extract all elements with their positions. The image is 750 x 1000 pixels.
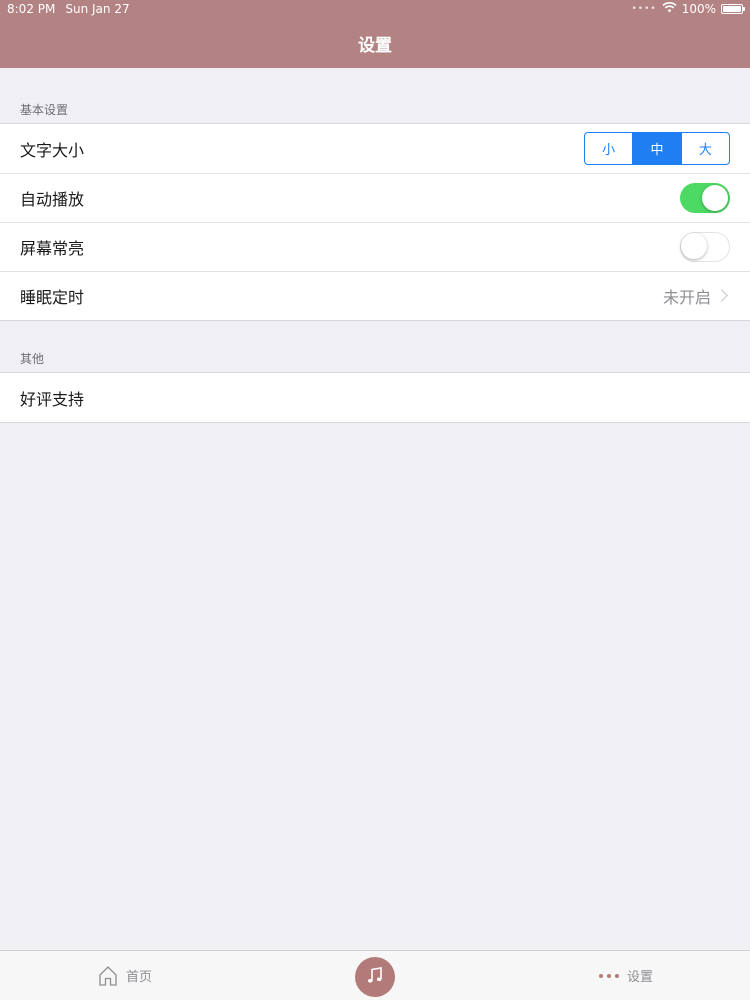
tab-bar: 首页 设置	[0, 950, 750, 1000]
section-header-other: 其他	[20, 352, 45, 366]
navigation-bar: 8:02 PM Sun Jan 27 •••• 100% 设置	[0, 0, 750, 68]
status-left: 8:02 PM Sun Jan 27	[7, 2, 130, 16]
more-dots-icon	[599, 973, 619, 978]
music-player-button[interactable]	[355, 957, 395, 997]
autoplay-row: 自动播放	[0, 173, 750, 222]
rate-app-row[interactable]: 好评支持	[0, 373, 750, 422]
settings-group-basic: 文字大小 小 中 大 自动播放 屏幕常亮 睡眠定时 未开启	[0, 123, 750, 321]
chevron-right-icon	[715, 289, 728, 302]
font-size-option-small[interactable]: 小	[585, 133, 632, 164]
battery-icon	[721, 4, 745, 14]
font-size-label: 文字大小	[20, 140, 85, 160]
font-size-option-medium[interactable]: 中	[632, 133, 681, 164]
battery-percent: 100%	[681, 2, 716, 16]
tab-settings-label: 设置	[627, 970, 654, 985]
home-icon	[98, 965, 118, 987]
rate-app-label: 好评支持	[20, 389, 85, 409]
signal-icon: ••••	[631, 4, 657, 14]
autoplay-label: 自动播放	[20, 189, 85, 209]
keep-screen-on-label: 屏幕常亮	[20, 238, 85, 258]
autoplay-toggle[interactable]	[680, 182, 730, 213]
font-size-segmented-control[interactable]: 小 中 大	[584, 132, 730, 165]
tab-settings[interactable]: 设置	[599, 951, 653, 1000]
section-header-basic: 基本设置	[20, 103, 69, 117]
tab-home-label: 首页	[126, 970, 153, 985]
keep-screen-on-toggle-knob	[681, 233, 707, 259]
keep-screen-on-toggle[interactable]	[680, 231, 730, 262]
autoplay-toggle-knob	[702, 184, 728, 211]
keep-screen-on-row: 屏幕常亮	[0, 222, 750, 271]
font-size-row: 文字大小 小 中 大	[0, 124, 750, 173]
status-date: Sun Jan 27	[65, 2, 130, 16]
font-size-option-large[interactable]: 大	[680, 133, 729, 164]
settings-group-other: 好评支持	[0, 372, 750, 423]
status-right: •••• 100%	[631, 1, 745, 16]
sleep-timer-value: 未开启	[662, 287, 711, 307]
page-title: 设置	[358, 36, 392, 56]
sleep-timer-row[interactable]: 睡眠定时 未开启	[0, 271, 750, 320]
status-bar: 8:02 PM Sun Jan 27 •••• 100%	[0, 0, 750, 20]
wifi-icon	[662, 1, 677, 16]
sleep-timer-label: 睡眠定时	[20, 287, 85, 307]
music-note-icon	[365, 965, 385, 990]
tab-home[interactable]: 首页	[98, 951, 152, 1000]
status-time: 8:02 PM	[7, 2, 56, 16]
